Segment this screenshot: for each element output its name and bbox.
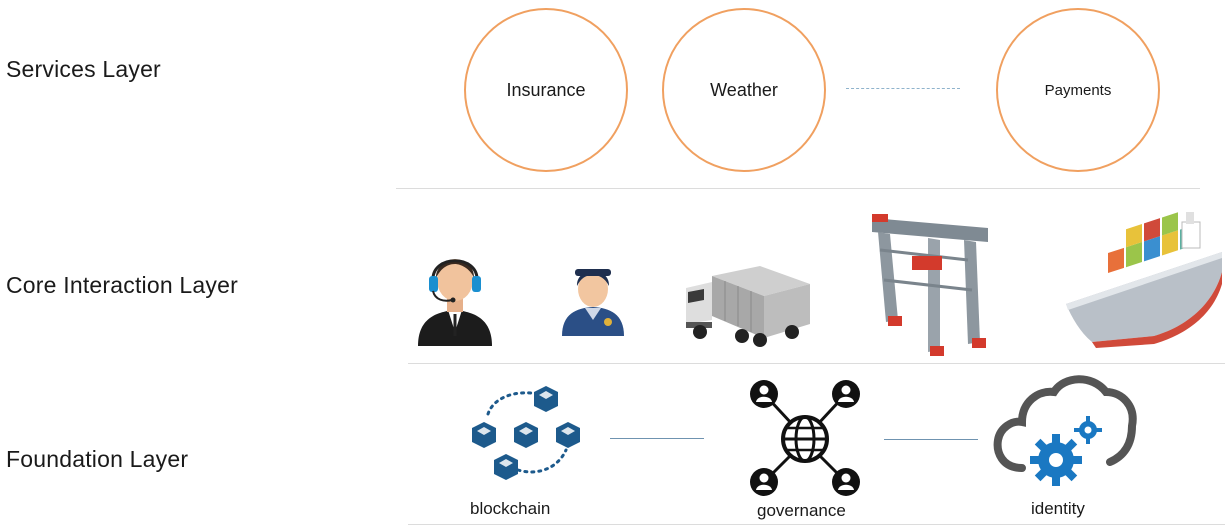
services-dashed-connector — [846, 88, 960, 89]
officer-icon — [562, 269, 624, 336]
foundation-layer-label: Foundation Layer — [6, 446, 189, 472]
blockchain-governance-link — [610, 438, 704, 439]
truck-icon — [686, 266, 810, 347]
blockchain-cubes-icon — [472, 386, 580, 480]
weather-label: Weather — [710, 79, 778, 100]
services-layer-label: Services Layer — [6, 56, 161, 82]
headset-agent-icon — [418, 259, 492, 346]
foundation-separator — [408, 524, 1225, 525]
cloud-gears-icon — [993, 375, 1137, 486]
insurance-label: Insurance — [506, 79, 586, 100]
insurance-circle: Insurance — [464, 8, 628, 172]
container-ship-icon — [1066, 212, 1222, 348]
blockchain-caption: blockchain — [470, 499, 551, 518]
governance-identity-link — [884, 439, 978, 440]
core-separator — [408, 363, 1225, 364]
core-layer-label: Core Interaction Layer — [6, 272, 238, 298]
payments-label: Payments — [1044, 81, 1112, 99]
governance-caption: governance — [757, 501, 846, 520]
identity-caption: identity — [1031, 499, 1085, 518]
network-globe-icon — [750, 380, 860, 496]
gantry-crane-icon — [872, 214, 988, 356]
payments-circle: Payments — [996, 8, 1160, 172]
weather-circle: Weather — [662, 8, 826, 172]
services-separator — [396, 188, 1200, 189]
